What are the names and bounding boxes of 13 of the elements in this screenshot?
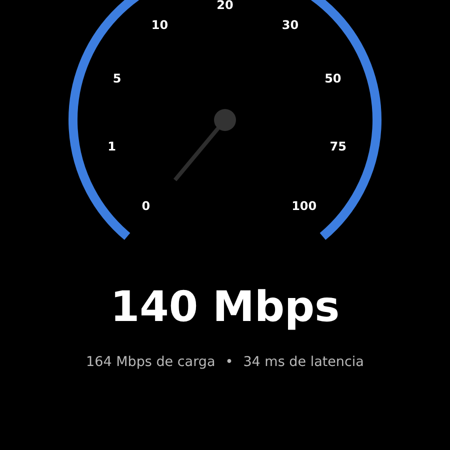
gauge-tick-label: 75 [330, 140, 346, 154]
speed-value: 140 Mbps [110, 282, 340, 332]
gauge-tick-label: 5 [112, 71, 122, 86]
gauge-tick-label: 10 [151, 18, 168, 32]
gauge-tick-label: 20 [216, 0, 234, 12]
gauge-tick-label: 100 [292, 198, 317, 213]
gauge-tick-label: 0 [142, 198, 150, 213]
gauge-tick-label: 1 [108, 140, 116, 154]
separator-dot: • [225, 354, 234, 370]
gauge-tick-label: 30 [282, 18, 299, 32]
gauge-tick-label: 50 [324, 71, 342, 86]
latency: 34 ms de latencia [243, 354, 364, 370]
upload-speed: 164 Mbps de carga [86, 354, 216, 370]
